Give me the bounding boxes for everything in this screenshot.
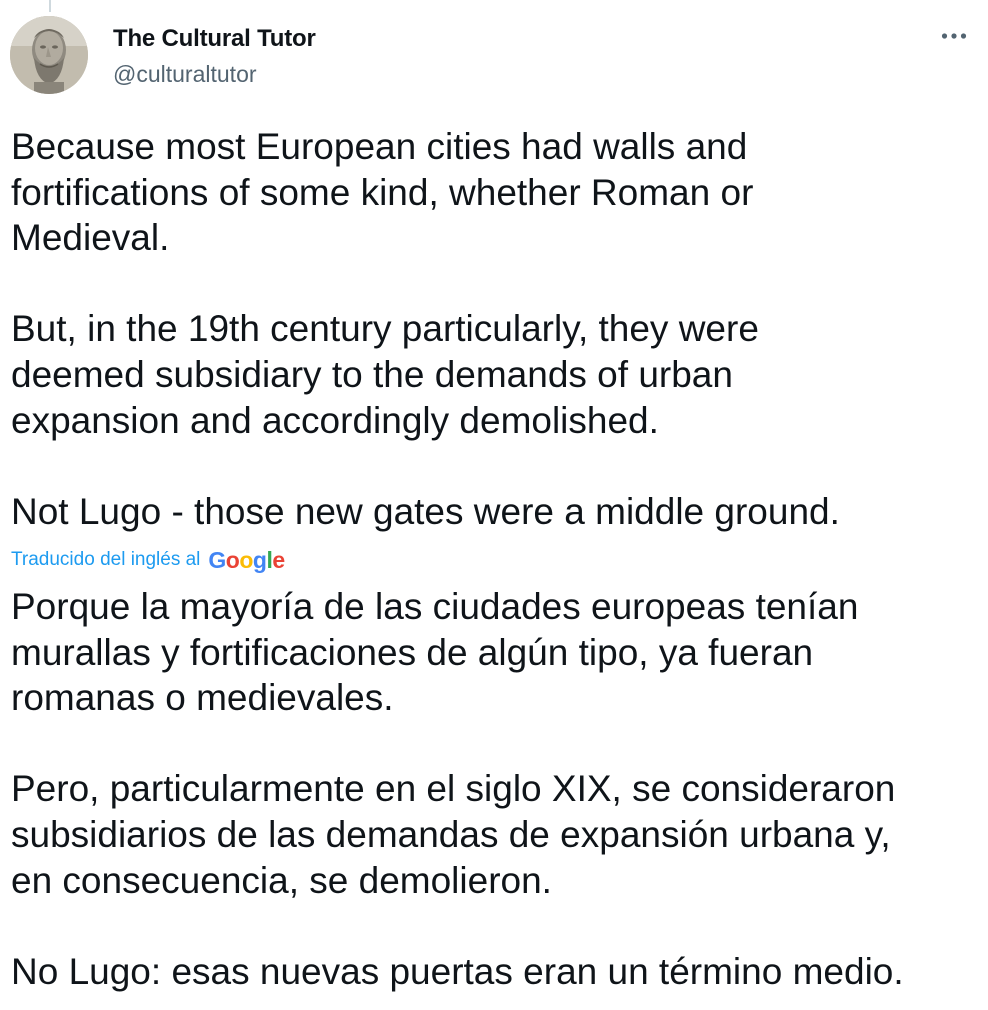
translation-attribution: Traducido del inglés al Google <box>11 544 285 576</box>
tweet-translated-text: Porque la mayoría de las ciudades europe… <box>11 586 904 992</box>
more-horizontal-icon <box>941 33 967 39</box>
translated-by-label[interactable]: Traducido del inglés al <box>11 549 200 571</box>
marble-bust-avatar-icon <box>10 16 88 94</box>
author-handle[interactable]: @culturaltutor <box>113 61 257 88</box>
google-logo-icon: Google <box>208 546 285 573</box>
thread-connector-line <box>49 0 51 12</box>
author-name[interactable]: The Cultural Tutor <box>113 25 316 53</box>
author-avatar[interactable] <box>10 16 88 94</box>
more-options-button[interactable] <box>934 22 974 50</box>
tweet-original-text: Because most European cities had walls a… <box>11 126 840 532</box>
tweet-header: The Cultural Tutor @culturaltutor <box>10 16 974 96</box>
